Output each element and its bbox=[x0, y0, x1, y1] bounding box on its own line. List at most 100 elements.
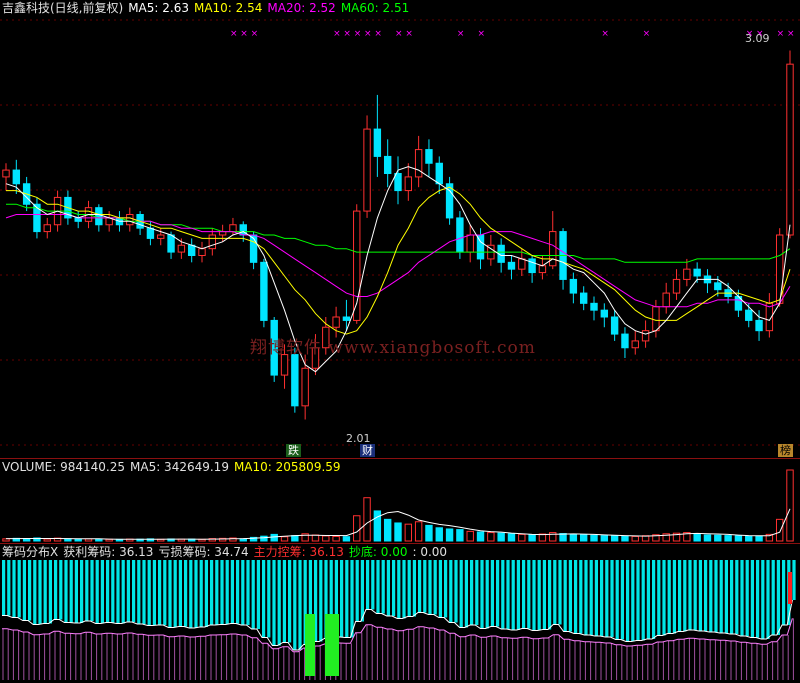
volume-bar bbox=[280, 536, 289, 542]
candle-down bbox=[600, 309, 609, 318]
profit-chip-bar bbox=[48, 560, 52, 624]
volume-bar bbox=[775, 518, 784, 542]
ma60-label: MA60: 2.51 bbox=[340, 1, 410, 15]
profit-chip-bar bbox=[17, 560, 21, 618]
candle-down bbox=[745, 309, 753, 321]
signal-x-mark: × bbox=[777, 29, 785, 39]
profit-chip-bar bbox=[672, 560, 676, 634]
profit-chip-bar bbox=[600, 560, 604, 636]
profit-chip-bar bbox=[444, 560, 448, 618]
profit-chip-bar bbox=[652, 560, 656, 639]
candle-up bbox=[2, 169, 10, 178]
profit-chip-bar bbox=[100, 560, 104, 624]
marker-die: 跌 bbox=[286, 444, 301, 457]
volume-bar bbox=[311, 534, 320, 542]
profit-chip-bar bbox=[423, 560, 427, 613]
profit-chip-bar bbox=[589, 560, 593, 635]
profit-chip-bar bbox=[709, 560, 713, 632]
chip-header: 筹码分布X 获利筹码: 36.13 亏损筹码: 34.74 主力控筹: 36.13 抄底… bbox=[2, 545, 452, 559]
profit-chip-bar bbox=[782, 560, 786, 625]
profit-chip-bar bbox=[579, 560, 583, 634]
candle-up bbox=[177, 244, 186, 253]
volume-bar bbox=[363, 497, 371, 542]
profit-chip-bar bbox=[506, 560, 510, 629]
volume-bar bbox=[621, 535, 629, 542]
profit-chip-bar bbox=[64, 560, 68, 623]
profit-chip-bar bbox=[496, 560, 500, 627]
profit-chip-bar bbox=[459, 560, 463, 628]
profit-chip-bar bbox=[693, 560, 697, 630]
profit-chip-bar bbox=[355, 560, 359, 622]
profit-chip-bar bbox=[594, 560, 598, 636]
profit-chip-bar bbox=[470, 560, 474, 625]
ma10-label: MA10: 2.54 bbox=[193, 1, 263, 15]
profit-chip-bar bbox=[111, 560, 115, 623]
profit-chip-bar bbox=[90, 560, 94, 621]
marker-bang: 榜 bbox=[778, 444, 793, 457]
profit-chip-bar bbox=[678, 560, 682, 632]
profit-chip-bar bbox=[282, 560, 286, 643]
volume-bar bbox=[2, 538, 10, 542]
signal-x-mark: × bbox=[374, 29, 382, 39]
volume-bar bbox=[342, 536, 351, 542]
candle-down bbox=[342, 316, 351, 321]
candle-up bbox=[126, 214, 134, 226]
profit-chip-bar bbox=[542, 560, 546, 630]
profit-chip-bar bbox=[574, 560, 578, 634]
volume-bar bbox=[425, 524, 433, 542]
profit-chip-bar bbox=[267, 560, 271, 638]
candle-up bbox=[652, 306, 660, 332]
profit-chip-bar bbox=[340, 560, 344, 637]
volume-bar bbox=[734, 535, 743, 542]
profit-chip-bar bbox=[511, 560, 515, 630]
candle-down bbox=[569, 278, 578, 294]
profit-chip-bar bbox=[527, 560, 531, 629]
volume-bar bbox=[322, 535, 330, 542]
signal-x-mark: × bbox=[457, 29, 465, 39]
profit-chip-bar bbox=[85, 560, 89, 621]
volume-bar bbox=[239, 538, 247, 542]
volume-bar bbox=[600, 535, 609, 542]
volume-ma5-label: MA5: 342649.19 bbox=[130, 460, 229, 474]
candle-down bbox=[74, 217, 82, 222]
volume-bar bbox=[714, 534, 722, 542]
profit-chip-bar bbox=[189, 560, 193, 628]
profit-chip-bar bbox=[688, 560, 692, 630]
profit-chip-bar bbox=[745, 560, 749, 636]
volume-bar bbox=[74, 538, 82, 542]
volume-bar bbox=[383, 518, 392, 542]
profit-chip-bar bbox=[475, 560, 479, 625]
candle-down bbox=[755, 319, 763, 332]
signal-x-mark: × bbox=[395, 29, 403, 39]
loss-label: 亏损筹码: 34.74 bbox=[158, 545, 249, 559]
profit-chip-bar bbox=[38, 560, 42, 625]
ma20-label: MA20: 2.52 bbox=[267, 1, 336, 15]
candle-up bbox=[332, 316, 340, 328]
profit-chip-bar bbox=[178, 560, 182, 627]
profit-chip-bar bbox=[792, 560, 796, 600]
profit-chip-bar bbox=[407, 560, 411, 617]
extra-label: : 0.00 bbox=[412, 545, 448, 559]
profit-chip-bar bbox=[246, 560, 250, 625]
candle-down bbox=[383, 155, 392, 175]
profit-chip-bar bbox=[615, 560, 619, 640]
price-header: 吉鑫科技(日线,前复权) MA5: 2.63 MA10: 2.54 MA20: 2.5… bbox=[2, 1, 414, 15]
profit-chip-bar bbox=[464, 560, 468, 628]
profit-chip-bar bbox=[605, 560, 609, 637]
signal-x-mark: × bbox=[343, 29, 351, 39]
candle-down bbox=[146, 227, 155, 239]
chip-title: 筹码分布X bbox=[2, 545, 59, 559]
profit-chip-bar bbox=[480, 560, 484, 629]
signal-x-mark: × bbox=[601, 29, 609, 39]
signal-x-mark: × bbox=[478, 29, 486, 39]
signal-x-mark: × bbox=[230, 29, 238, 39]
volume-bar bbox=[579, 534, 588, 542]
main-control-label: 主力控筹: 36.13 bbox=[253, 545, 344, 559]
profit-label: 获利筹码: 36.13 bbox=[63, 545, 154, 559]
profit-chip-bar bbox=[288, 560, 292, 643]
profit-chip-bar bbox=[345, 560, 349, 638]
profit-chip-bar bbox=[215, 560, 219, 625]
profit-chip-bar bbox=[126, 560, 130, 622]
volume-bar bbox=[745, 535, 753, 542]
profit-chip-bar bbox=[563, 560, 567, 632]
